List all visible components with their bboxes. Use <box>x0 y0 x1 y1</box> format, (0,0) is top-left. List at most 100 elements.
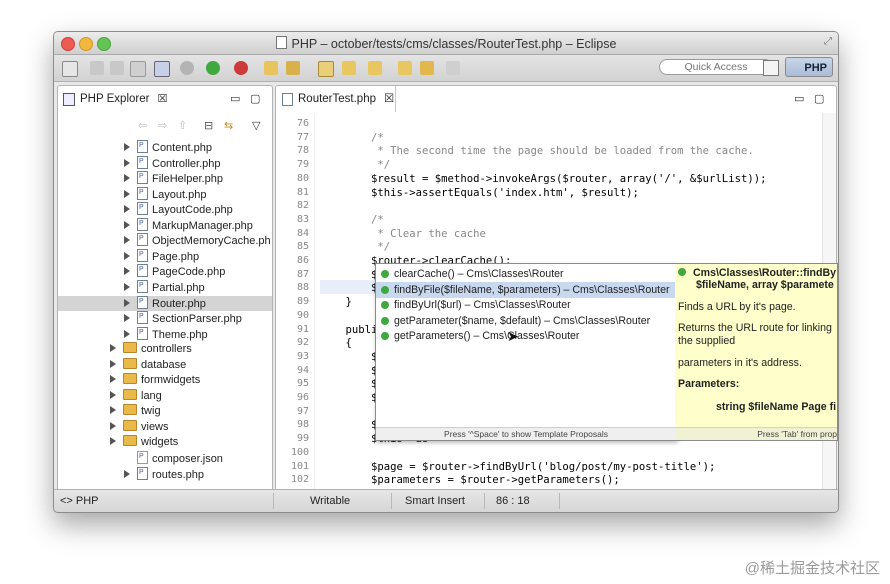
tree-item[interactable]: Page.php <box>58 247 272 265</box>
expand-arrow-icon[interactable] <box>110 390 116 399</box>
link-editor-icon[interactable]: ⇆ <box>224 119 233 132</box>
maximize-panel-icon[interactable]: ▢ <box>250 92 260 105</box>
forward-arrow-icon[interactable]: ⇨ <box>158 119 167 132</box>
proposal-item[interactable]: getParameters() – Cms\Classes\Router <box>376 328 676 344</box>
last-edit-icon[interactable] <box>398 61 412 75</box>
expand-arrow-icon[interactable] <box>124 267 130 276</box>
expand-arrow-icon[interactable] <box>110 344 116 353</box>
tree-item[interactable]: Router.php <box>58 294 272 311</box>
line-number: 96 <box>296 392 309 403</box>
next-annotation-icon[interactable] <box>342 61 356 75</box>
up-folder-icon[interactable]: ⇧ <box>178 119 187 132</box>
expand-arrow-icon[interactable] <box>110 359 116 368</box>
expand-arrow-icon[interactable] <box>124 205 130 214</box>
tree-item-label: widgets <box>141 436 179 449</box>
search-icon[interactable] <box>286 61 300 75</box>
tree-item[interactable]: lang <box>58 388 272 405</box>
tree-item[interactable]: views <box>58 419 272 436</box>
perspective-label: PHP <box>804 62 827 74</box>
expand-arrow-icon[interactable] <box>124 158 130 167</box>
quick-access-input[interactable] <box>659 59 773 75</box>
tree-item[interactable]: MarkupManager.php <box>58 216 272 234</box>
tree-item-label: twig <box>141 405 161 418</box>
tree-item[interactable]: PageCode.php <box>58 262 272 280</box>
tab-php-explorer[interactable]: PHP Explorer ☒ <box>58 86 167 112</box>
proposal-item[interactable]: findByUrl($url) – Cms\Classes\Router <box>376 297 676 313</box>
mark-occurrences-icon[interactable] <box>318 61 334 77</box>
forward-icon[interactable] <box>446 61 460 75</box>
expand-arrow-icon[interactable] <box>124 282 130 291</box>
php-perspective-button[interactable]: PHP <box>785 57 833 77</box>
view-menu-icon[interactable]: ▽ <box>252 119 260 132</box>
tree-item[interactable]: FileHelper.php <box>58 169 272 187</box>
expand-arrow-icon[interactable] <box>124 314 130 323</box>
expand-arrow-icon[interactable] <box>124 298 130 307</box>
close-tab-icon[interactable]: ☒ <box>384 93 394 105</box>
expand-arrow-icon[interactable] <box>110 406 116 415</box>
external-tools-icon[interactable] <box>234 61 248 75</box>
tree-item[interactable]: ObjectMemoryCache.ph <box>58 231 272 249</box>
previous-annotation-icon[interactable] <box>368 61 382 75</box>
fullscreen-icon[interactable]: ⤢ <box>824 36 832 47</box>
collapse-all-icon[interactable]: ⊟ <box>204 119 213 132</box>
tree-item-label: Page.php <box>152 250 200 263</box>
open-type-icon[interactable] <box>264 61 278 75</box>
expand-arrow-icon[interactable] <box>124 143 130 151</box>
expand-arrow-icon[interactable] <box>110 437 116 446</box>
method-icon <box>381 316 389 325</box>
tree-item[interactable]: formwidgets <box>58 373 272 389</box>
status-separator <box>559 493 560 509</box>
proposal-item[interactable]: getParameter($name, $default) – Cms\Clas… <box>376 313 676 329</box>
tree-item[interactable]: Partial.php <box>58 278 272 296</box>
php-file-icon <box>137 325 148 340</box>
minimize-panel-icon[interactable]: ▭ <box>230 92 240 105</box>
save-icon[interactable] <box>90 61 104 75</box>
new-icon[interactable] <box>62 61 78 77</box>
proposal-item[interactable]: findByFile($fileName, $parameters) – Cms… <box>376 281 676 298</box>
folder-icon <box>123 419 137 431</box>
line-number: 76 <box>296 118 309 129</box>
expand-arrow-icon[interactable] <box>124 174 130 183</box>
proposal-label: getParameter($name, $default) – Cms\Clas… <box>394 314 651 327</box>
php-file-icon <box>137 278 148 293</box>
toggle-breakpoint-icon[interactable] <box>154 61 170 77</box>
expand-arrow-icon[interactable] <box>124 251 130 260</box>
method-icon <box>381 301 389 310</box>
tree-item[interactable]: Layout.php <box>58 185 272 203</box>
expand-arrow-icon[interactable] <box>110 375 116 384</box>
expand-arrow-icon[interactable] <box>124 329 130 338</box>
debug-config-icon[interactable] <box>180 61 194 75</box>
tree-item[interactable]: Theme.php <box>58 325 272 343</box>
maximize-editor-icon[interactable]: ▢ <box>814 92 824 105</box>
explorer-toolbar: ⇦ ⇨ ⇧ ⊟ ⇆ ▽ <box>138 119 268 135</box>
expand-arrow-icon[interactable] <box>124 220 130 229</box>
tree-item[interactable]: twig <box>58 404 272 420</box>
tree-item[interactable]: Content.php <box>58 138 272 156</box>
expand-arrow-icon[interactable] <box>110 421 116 430</box>
expand-arrow-icon[interactable] <box>124 236 130 245</box>
open-perspective-icon[interactable] <box>763 60 779 76</box>
minimize-editor-icon[interactable]: ▭ <box>794 92 804 105</box>
print-icon[interactable] <box>130 61 146 77</box>
run-icon[interactable] <box>206 61 220 75</box>
code-line: * The second time the page should be loa… <box>320 145 754 158</box>
proposal-label: clearCache() – Cms\Classes\Router <box>394 268 564 280</box>
tab-routertest[interactable]: RouterTest.php ☒ <box>276 86 396 112</box>
tree-item-label: lang <box>141 389 162 402</box>
tree-item[interactable]: LayoutCode.php <box>58 200 272 218</box>
back-icon[interactable] <box>420 61 434 75</box>
close-tab-icon[interactable]: ☒ <box>157 93 167 105</box>
tree-item[interactable]: Controller.php <box>58 154 272 172</box>
proposal-item[interactable]: clearCache() – Cms\Classes\Router <box>376 266 676 282</box>
tree-item-label: Layout.php <box>152 188 207 201</box>
tree-item[interactable]: database <box>58 357 272 374</box>
expand-arrow-icon[interactable] <box>124 189 130 198</box>
tree-item[interactable]: widgets <box>58 435 272 451</box>
tree-item[interactable]: composer.json <box>58 449 272 467</box>
back-arrow-icon[interactable]: ⇦ <box>138 119 147 132</box>
expand-arrow-icon[interactable] <box>124 469 130 478</box>
tree-item[interactable]: routes.php <box>58 465 272 483</box>
tree-item[interactable]: controllers <box>58 342 272 358</box>
save-all-icon[interactable] <box>110 61 124 75</box>
tree-item[interactable]: SectionParser.php <box>58 309 272 327</box>
